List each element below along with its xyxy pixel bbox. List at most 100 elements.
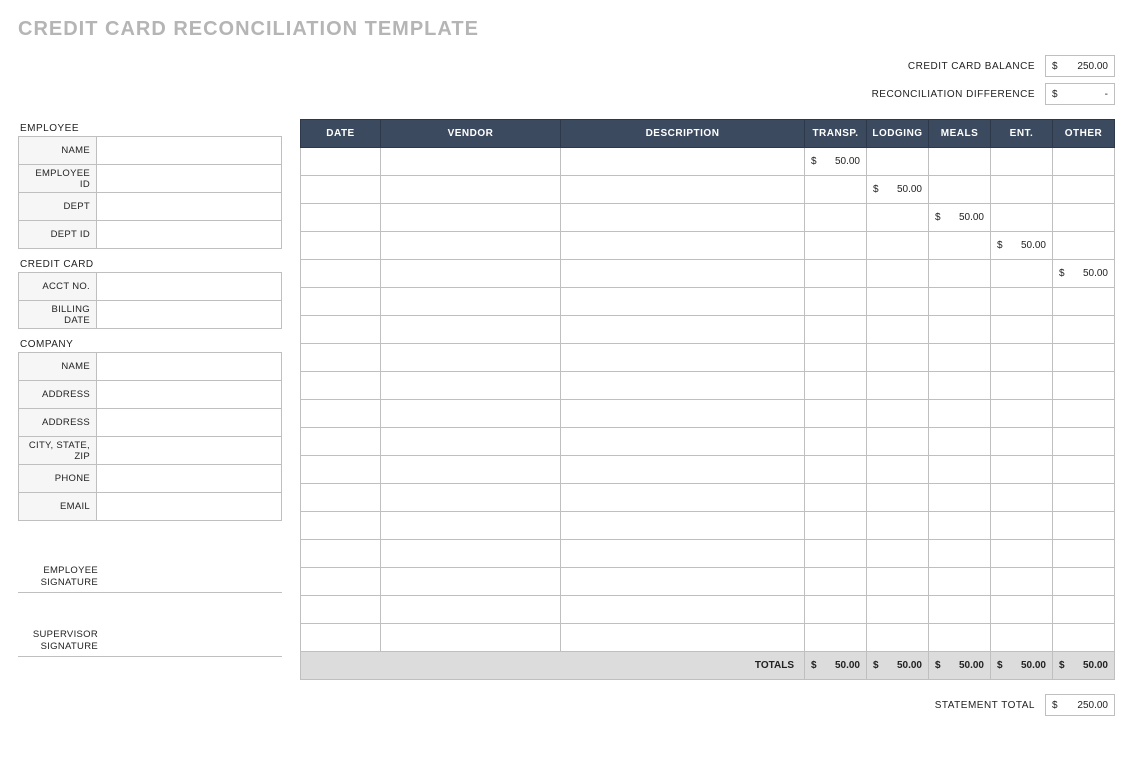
grid-cell[interactable] <box>561 232 805 260</box>
grid-cell[interactable] <box>301 232 381 260</box>
card-field-input[interactable] <box>97 301 282 329</box>
grid-cell-meals[interactable] <box>929 316 991 344</box>
grid-cell-meals[interactable] <box>929 540 991 568</box>
stmt-total-box[interactable]: $ 250.00 <box>1045 694 1115 716</box>
grid-cell-other[interactable] <box>1053 288 1115 316</box>
grid-cell-other[interactable] <box>1053 316 1115 344</box>
grid-cell-transp[interactable] <box>805 372 867 400</box>
grid-cell[interactable] <box>561 456 805 484</box>
grid-cell-ent[interactable] <box>991 176 1053 204</box>
grid-cell[interactable] <box>301 316 381 344</box>
grid-cell[interactable] <box>301 260 381 288</box>
grid-cell[interactable] <box>561 596 805 624</box>
grid-cell-lodging[interactable] <box>867 456 929 484</box>
employee-signature-line[interactable]: EMPLOYEE SIGNATURE <box>18 549 282 593</box>
grid-cell[interactable] <box>381 400 561 428</box>
grid-cell[interactable] <box>381 624 561 652</box>
grid-cell-other[interactable] <box>1053 232 1115 260</box>
grid-cell-transp[interactable] <box>805 288 867 316</box>
grid-cell-other[interactable]: $50.00 <box>1053 260 1115 288</box>
grid-cell-ent[interactable] <box>991 456 1053 484</box>
grid-cell-meals[interactable]: $50.00 <box>929 204 991 232</box>
employee-field-input[interactable] <box>97 165 282 193</box>
grid-cell-transp[interactable] <box>805 176 867 204</box>
grid-cell[interactable] <box>381 596 561 624</box>
company-field-input[interactable] <box>97 353 282 381</box>
grid-cell[interactable] <box>381 148 561 176</box>
grid-cell[interactable] <box>381 568 561 596</box>
employee-field-input[interactable] <box>97 221 282 249</box>
grid-cell-other[interactable] <box>1053 428 1115 456</box>
company-field-input[interactable] <box>97 381 282 409</box>
grid-cell[interactable] <box>301 344 381 372</box>
grid-cell[interactable] <box>561 428 805 456</box>
grid-cell-ent[interactable] <box>991 624 1053 652</box>
grid-cell[interactable] <box>381 232 561 260</box>
company-field-input[interactable] <box>97 465 282 493</box>
grid-cell-transp[interactable] <box>805 204 867 232</box>
grid-cell-other[interactable] <box>1053 372 1115 400</box>
grid-cell-meals[interactable] <box>929 176 991 204</box>
grid-cell-other[interactable] <box>1053 624 1115 652</box>
diff-value-box[interactable]: $ - <box>1045 83 1115 105</box>
grid-cell[interactable] <box>301 596 381 624</box>
grid-cell-other[interactable] <box>1053 484 1115 512</box>
grid-cell[interactable] <box>561 260 805 288</box>
grid-cell-other[interactable] <box>1053 204 1115 232</box>
grid-cell[interactable] <box>381 428 561 456</box>
employee-field-input[interactable] <box>97 193 282 221</box>
grid-cell-transp[interactable] <box>805 400 867 428</box>
grid-cell-transp[interactable] <box>805 512 867 540</box>
grid-cell-lodging[interactable] <box>867 260 929 288</box>
grid-cell-transp[interactable] <box>805 260 867 288</box>
grid-cell[interactable] <box>561 540 805 568</box>
grid-cell-other[interactable] <box>1053 148 1115 176</box>
grid-cell-meals[interactable] <box>929 512 991 540</box>
grid-cell[interactable] <box>381 484 561 512</box>
balance-value-box[interactable]: $ 250.00 <box>1045 55 1115 77</box>
grid-cell[interactable] <box>561 512 805 540</box>
grid-cell[interactable] <box>381 316 561 344</box>
grid-cell-ent[interactable] <box>991 260 1053 288</box>
grid-cell-other[interactable] <box>1053 568 1115 596</box>
grid-cell-meals[interactable] <box>929 288 991 316</box>
grid-cell-lodging[interactable] <box>867 624 929 652</box>
grid-cell-meals[interactable] <box>929 568 991 596</box>
grid-cell[interactable] <box>301 484 381 512</box>
grid-cell[interactable] <box>301 400 381 428</box>
grid-cell-other[interactable] <box>1053 456 1115 484</box>
grid-cell-lodging[interactable] <box>867 512 929 540</box>
grid-cell-transp[interactable] <box>805 456 867 484</box>
grid-cell-lodging[interactable] <box>867 484 929 512</box>
grid-cell-lodging[interactable] <box>867 344 929 372</box>
grid-cell-other[interactable] <box>1053 540 1115 568</box>
company-field-input[interactable] <box>97 409 282 437</box>
grid-cell-transp[interactable] <box>805 316 867 344</box>
grid-cell-ent[interactable] <box>991 540 1053 568</box>
company-field-input[interactable] <box>97 493 282 521</box>
grid-cell-lodging[interactable] <box>867 372 929 400</box>
grid-cell-meals[interactable] <box>929 596 991 624</box>
grid-cell-lodging[interactable] <box>867 428 929 456</box>
grid-cell-ent[interactable]: $50.00 <box>991 232 1053 260</box>
grid-cell[interactable] <box>301 624 381 652</box>
grid-cell-meals[interactable] <box>929 484 991 512</box>
card-field-input[interactable] <box>97 273 282 301</box>
grid-cell[interactable] <box>381 512 561 540</box>
grid-cell-meals[interactable] <box>929 148 991 176</box>
grid-cell[interactable] <box>561 148 805 176</box>
grid-cell[interactable] <box>381 456 561 484</box>
grid-cell-transp[interactable]: $50.00 <box>805 148 867 176</box>
grid-cell[interactable] <box>301 540 381 568</box>
grid-cell-ent[interactable] <box>991 316 1053 344</box>
grid-cell[interactable] <box>381 372 561 400</box>
grid-cell-ent[interactable] <box>991 400 1053 428</box>
grid-cell[interactable] <box>301 204 381 232</box>
grid-cell-lodging[interactable] <box>867 232 929 260</box>
grid-cell-meals[interactable] <box>929 372 991 400</box>
grid-cell-lodging[interactable] <box>867 316 929 344</box>
grid-cell[interactable] <box>561 176 805 204</box>
grid-cell-transp[interactable] <box>805 232 867 260</box>
grid-cell[interactable] <box>561 344 805 372</box>
grid-cell-ent[interactable] <box>991 568 1053 596</box>
